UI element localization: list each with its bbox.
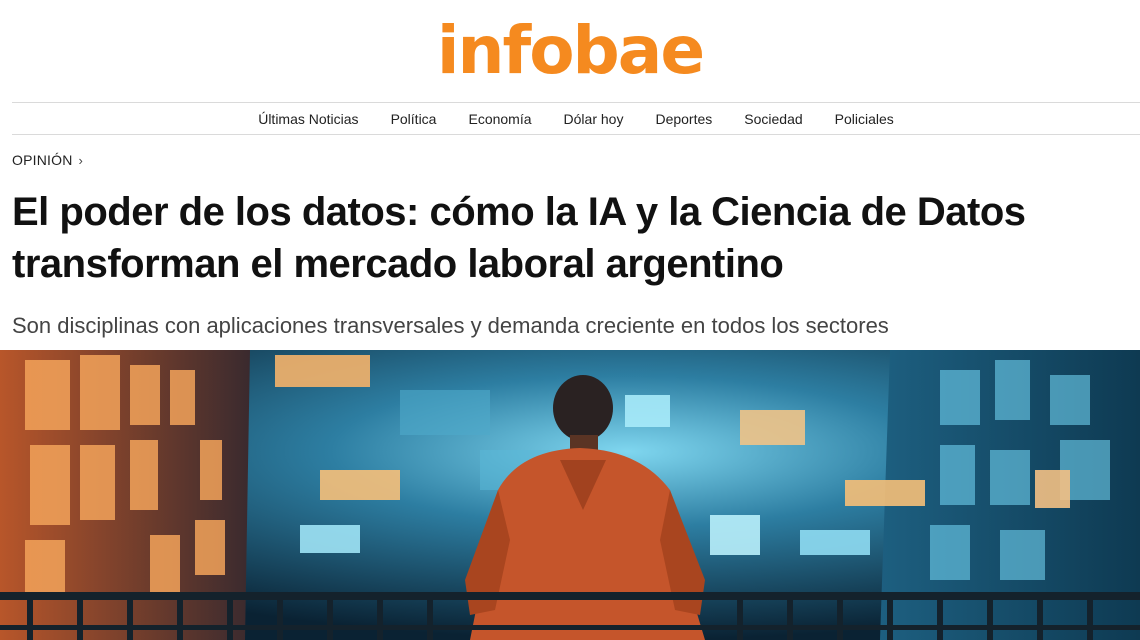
section-link[interactable]: OPINIÓN ›: [12, 152, 83, 168]
nav-item-policiales[interactable]: Policiales: [819, 111, 910, 127]
article-subheadline: Son disciplinas con aplicaciones transve…: [12, 313, 889, 338]
nav-item-economia[interactable]: Economía: [452, 111, 547, 127]
article-headline: El poder de los datos: cómo la IA y la C…: [12, 190, 1026, 286]
main-nav: Últimas Noticias Política Economía Dólar…: [12, 103, 1140, 135]
masthead: infobae: [12, 0, 1140, 103]
hero-illustration: [0, 350, 1140, 640]
nav-item-sociedad[interactable]: Sociedad: [728, 111, 818, 127]
nav-item-ultimas-noticias[interactable]: Últimas Noticias: [242, 111, 374, 127]
nav-item-dolar-hoy[interactable]: Dólar hoy: [548, 111, 640, 127]
infobae-logo[interactable]: infobae: [437, 18, 705, 84]
nav-item-politica[interactable]: Política: [375, 111, 453, 127]
chevron-right-icon: ›: [78, 153, 84, 168]
nav-item-deportes[interactable]: Deportes: [639, 111, 728, 127]
section-label: OPINIÓN: [12, 152, 73, 168]
hero-image[interactable]: [0, 350, 1140, 640]
